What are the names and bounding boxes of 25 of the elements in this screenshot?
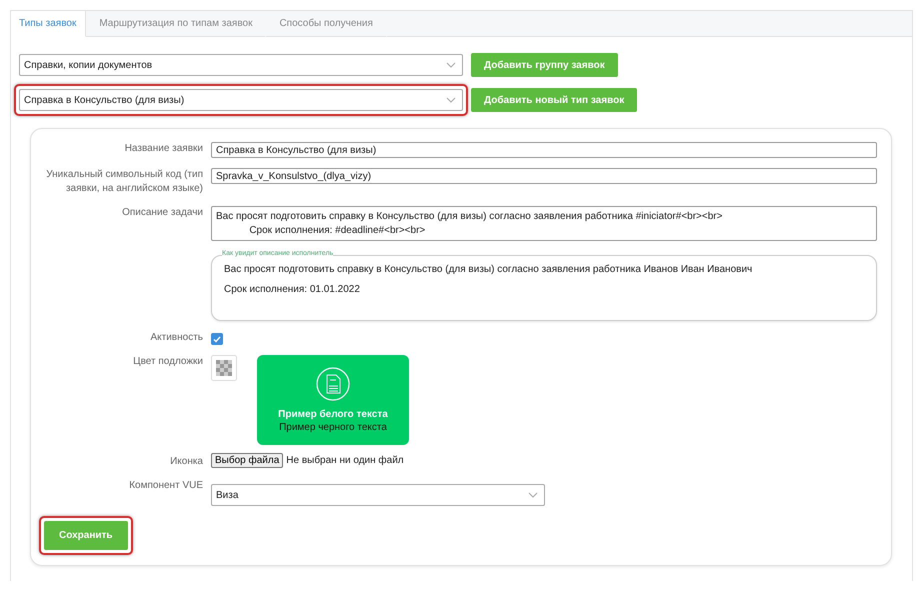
field-label: Уникальный символьный код (тип заявки, на английском языке) [45,168,203,196]
chevron-icon [446,97,456,103]
color-picker[interactable] [211,355,237,381]
preview-text: Срок исполнения: 01.01.2022 [224,284,361,295]
field-label: Активность [149,331,203,345]
field-label: Компонент VUE [128,479,203,493]
chevron-icon [446,62,456,68]
preview-text: Вас просят подготовить справку в Консульство (для визы) согласно заявления работника Иванов Иван Иванович [224,264,754,275]
component-dropdown[interactable]: Виза [211,484,545,506]
dropdown[interactable]: Справки, копии документов [19,54,463,76]
checkbox[interactable] [211,333,223,345]
file-status: Не выбран ни один файл [286,455,404,466]
field-label: Название заявки [124,142,203,156]
name-field[interactable]: Справка в Консульство (для визы) [211,142,877,158]
dropdown[interactable]: Справка в Консульство (для визы) [19,89,463,111]
sample-text: Пример черного текста [279,422,387,433]
field-label: Иконка [169,455,203,469]
description-field[interactable]: Вас просят подготовить справку в Консульство (для визы) согласно заявления работника #iniciator#<br><br> Срок исполнения: #deadline#<br><br> [211,206,877,241]
chevron-icon [528,492,538,498]
sample-text: Пример белого текста [278,409,388,420]
code-field[interactable]: Spravka_v_Konsulstvo_(dlya_vizy) [211,168,877,184]
choose-file-button[interactable]: Выбор файла [211,453,284,468]
document-icon [316,367,350,401]
field-label: Описание задачи [121,206,203,220]
field-label: Цвет подложки [132,355,203,369]
